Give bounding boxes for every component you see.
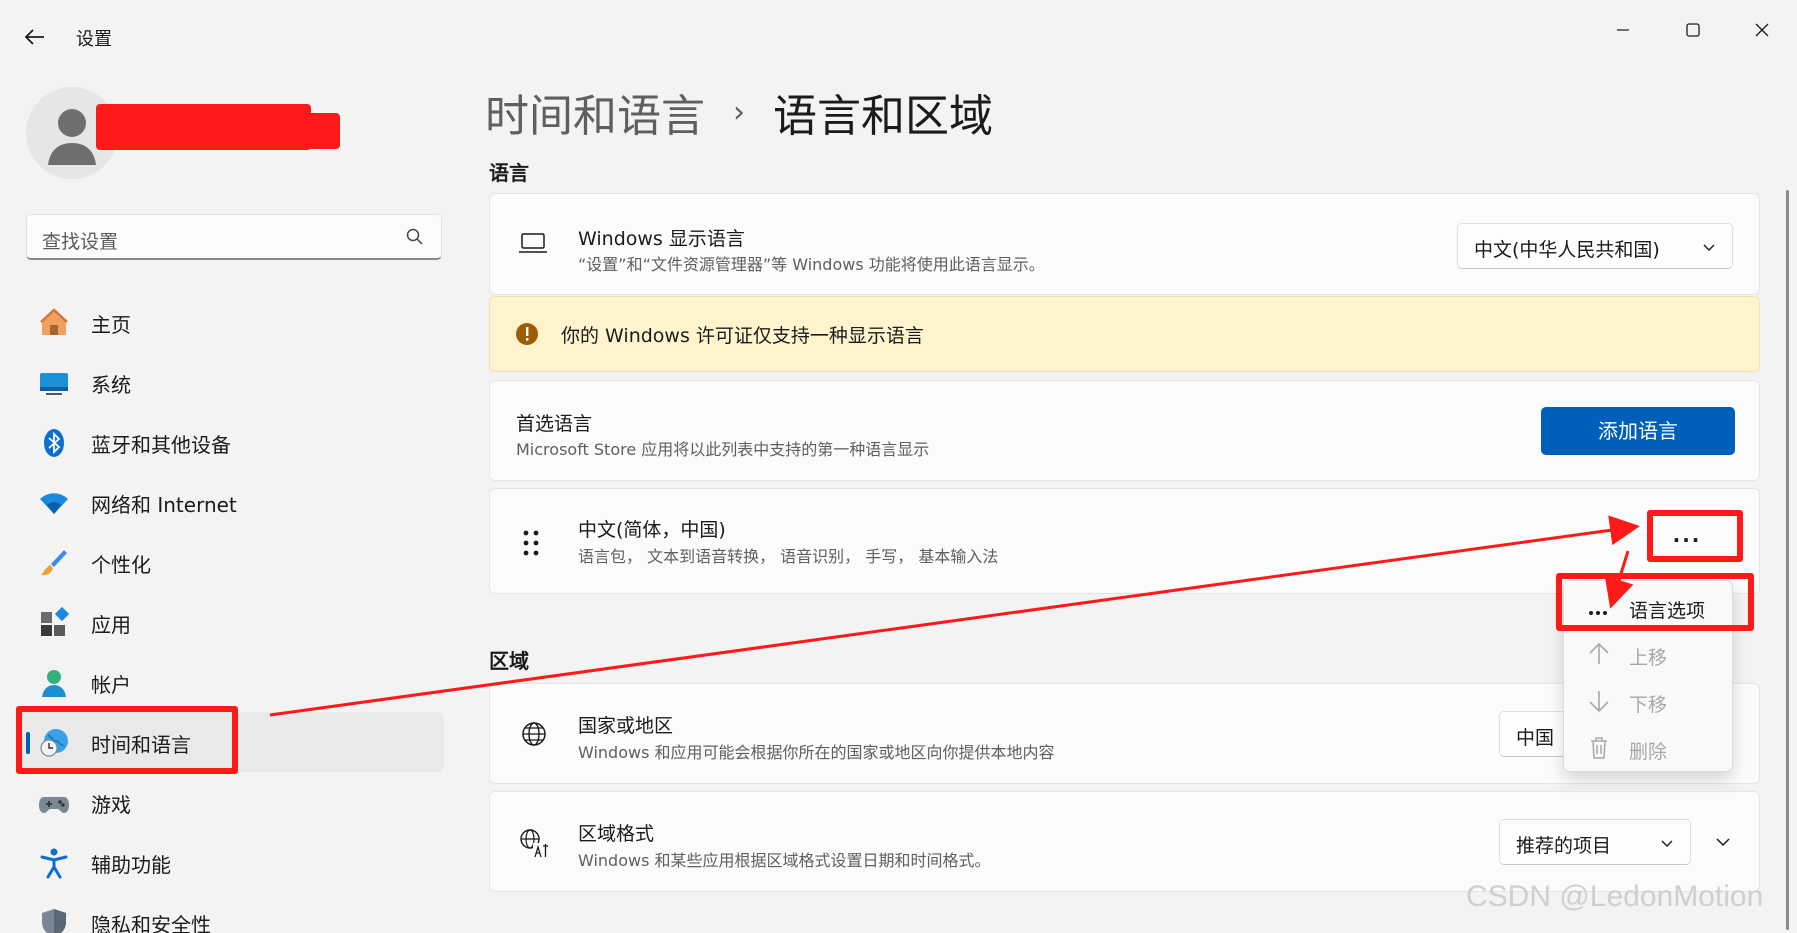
annotation-arrow-to-more — [269, 515, 1640, 717]
annotation-arrow-to-options — [1604, 550, 1634, 609]
watermark: CSDN @LedonMotion — [1466, 880, 1764, 913]
annotation-arrows — [269, 515, 1640, 717]
scrollbar[interactable] — [1786, 190, 1789, 930]
